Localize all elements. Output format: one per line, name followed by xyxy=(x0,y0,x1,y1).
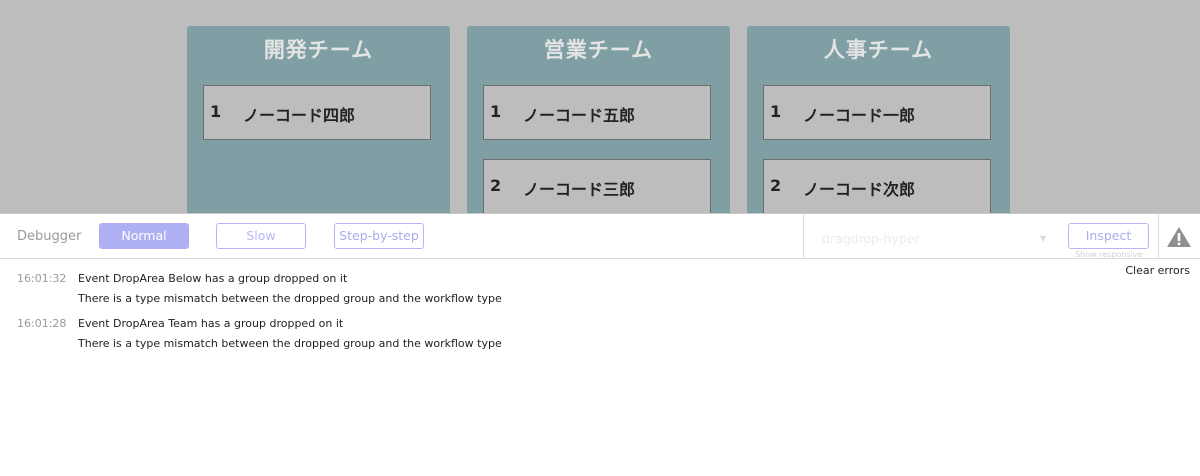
log-error-text: There is a type mismatch between the dro… xyxy=(78,337,502,350)
log-error-text: There is a type mismatch between the dro… xyxy=(78,292,502,305)
step-by-step-button[interactable]: Step-by-step xyxy=(334,223,424,249)
team-column-hr[interactable]: 人事チーム 1 ノーコード一郎 2 ノーコード次郎 xyxy=(747,26,1010,214)
member-card[interactable]: 2 ノーコード三郎 xyxy=(483,159,711,214)
normal-mode-button[interactable]: Normal xyxy=(99,223,189,249)
team-column-sales[interactable]: 営業チーム 1 ノーコード五郎 2 ノーコード三郎 xyxy=(467,26,730,214)
log-timestamp: 16:01:32 xyxy=(17,272,67,285)
member-card[interactable]: 1 ノーコード五郎 xyxy=(483,85,711,140)
app-canvas: 開発チーム 1 ノーコード四郎 営業チーム 1 ノーコード五郎 2 ノーコード三… xyxy=(0,0,1200,214)
slow-mode-button[interactable]: Slow xyxy=(216,223,306,249)
member-name: ノーコード一郎 xyxy=(803,106,916,125)
team-title: 開発チーム xyxy=(263,38,374,62)
member-card[interactable]: 2 ノーコード次郎 xyxy=(763,159,991,214)
member-name: ノーコード四郎 xyxy=(243,106,356,125)
inspect-button[interactable]: Inspect xyxy=(1068,223,1149,249)
member-card[interactable]: 1 ノーコード一郎 xyxy=(763,85,991,140)
team-title: 人事チーム xyxy=(823,38,934,62)
log-event-text: Event DropArea Team has a group dropped … xyxy=(78,317,344,330)
log-event-text: Event DropArea Below has a group dropped… xyxy=(78,272,348,285)
member-number: 2 xyxy=(490,176,502,195)
warning-icon[interactable] xyxy=(1166,225,1192,249)
member-name: ノーコード三郎 xyxy=(523,180,636,199)
member-number: 1 xyxy=(490,102,502,121)
member-number: 1 xyxy=(210,102,222,121)
log-timestamp: 16:01:28 xyxy=(17,317,67,330)
show-responsive-link[interactable]: Show responsive xyxy=(1075,250,1142,259)
clear-errors-link[interactable]: Clear errors xyxy=(1125,264,1190,277)
toolbar-divider xyxy=(1158,214,1159,259)
debugger-label: Debugger xyxy=(17,229,82,244)
team-column-dev[interactable]: 開発チーム 1 ノーコード四郎 xyxy=(187,26,450,214)
toolbar-divider xyxy=(803,214,804,259)
member-number: 1 xyxy=(770,102,782,121)
member-number: 2 xyxy=(770,176,782,195)
team-title: 営業チーム xyxy=(543,38,654,62)
debugger-toolbar: Debugger Normal Slow Step-by-step dragdr… xyxy=(0,213,1200,259)
member-card[interactable]: 1 ノーコード四郎 xyxy=(203,85,431,140)
debugger-log: Clear errors 16:01:32 Event DropArea Bel… xyxy=(0,259,1200,476)
element-selector-dropdown[interactable]: dragdrop-hyper xyxy=(822,231,920,246)
member-name: ノーコード五郎 xyxy=(523,106,636,125)
chevron-down-icon[interactable]: ▼ xyxy=(1040,234,1046,243)
member-name: ノーコード次郎 xyxy=(803,180,916,199)
